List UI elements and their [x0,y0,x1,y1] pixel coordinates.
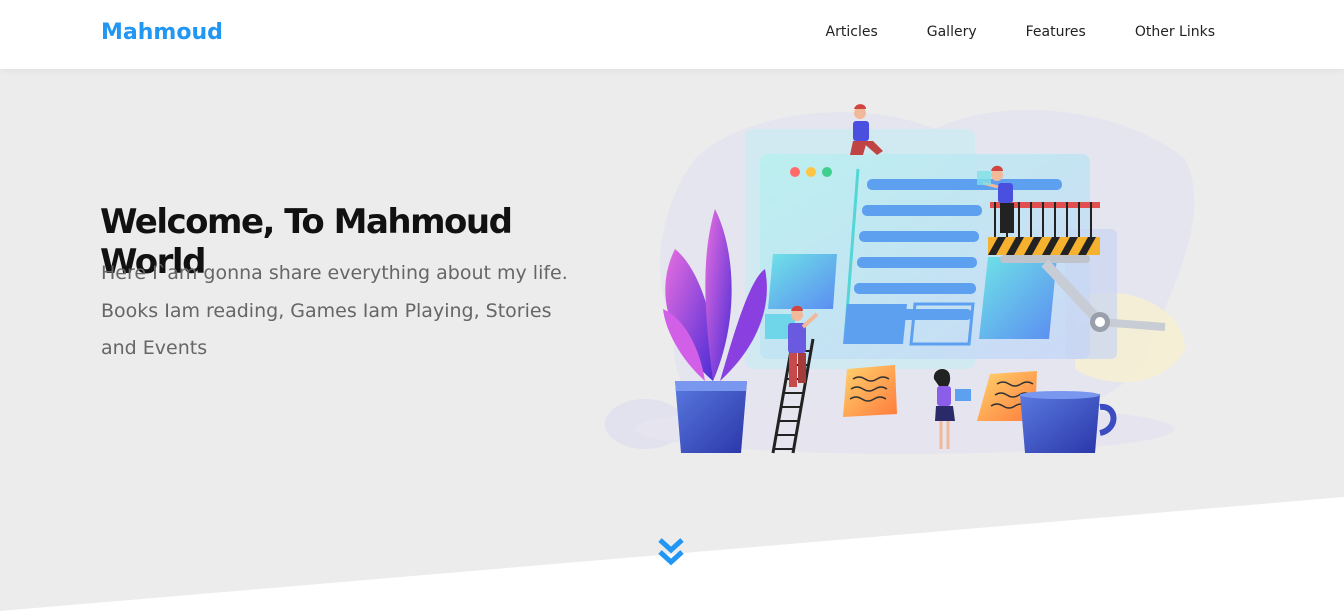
nav-link-gallery[interactable]: Gallery [927,24,977,40]
site-header: Mahmoud Articles Gallery Features Other … [0,0,1344,69]
double-chevron-down-icon[interactable] [657,537,685,567]
nav-link-articles[interactable]: Articles [826,24,878,40]
hero-illustration [605,104,1195,454]
logo[interactable]: Mahmoud [101,20,223,45]
landing-section: Welcome, To Mahmoud World Here I`am gonn… [0,69,1344,611]
hero-description: Here I`am gonna share everything about m… [101,262,568,359]
nav-link-features[interactable]: Features [1026,24,1086,40]
nav-link-other-links[interactable]: Other Links [1135,24,1215,40]
main-nav: Articles Gallery Features Other Links [777,24,1215,40]
